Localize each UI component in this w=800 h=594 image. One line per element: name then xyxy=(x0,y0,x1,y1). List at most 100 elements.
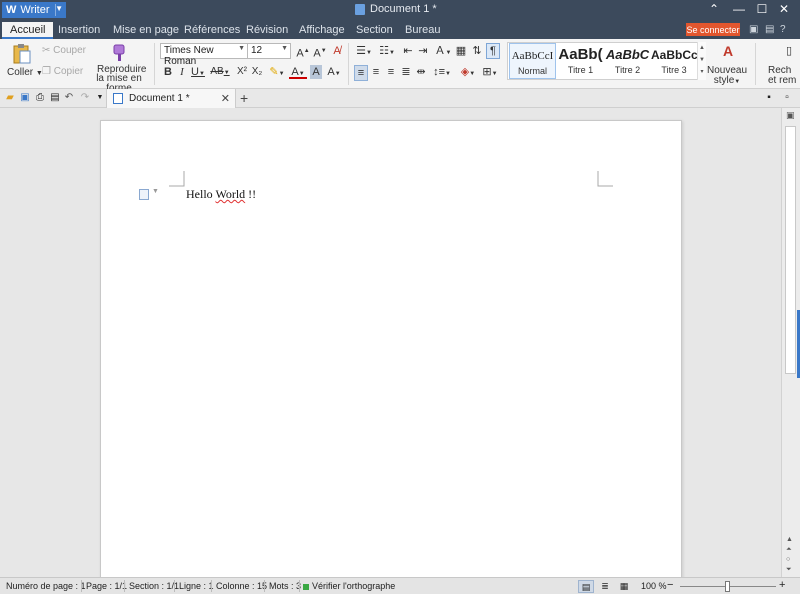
font-name-combo[interactable]: Times New Roman ▼ xyxy=(160,43,248,67)
decrease-indent-icon[interactable]: ⇤ xyxy=(401,44,415,58)
open-folder-icon[interactable]: ▰ xyxy=(4,92,16,104)
align-right-icon[interactable]: ≡ xyxy=(384,65,398,79)
vertical-scrollbar[interactable]: ▣ ▲ ⏶ ○ ⏷ xyxy=(781,108,800,577)
strikethrough-icon[interactable]: AB▼ xyxy=(209,65,231,80)
align-left-icon[interactable]: ≡ xyxy=(354,65,368,81)
zoom-slider-thumb[interactable] xyxy=(725,581,730,592)
tab-affichage[interactable]: Affichage xyxy=(299,22,345,39)
app-menu-button[interactable]: W Writer ▼ xyxy=(2,2,66,18)
char-border-icon[interactable]: A▼ xyxy=(324,65,344,81)
style-normal[interactable]: AaBbCcI Normal xyxy=(509,43,556,79)
status-section[interactable]: Section : 1/1 xyxy=(129,581,179,591)
status-column[interactable]: Colonne : 15 xyxy=(216,581,267,591)
settings-icon[interactable]: ▤ xyxy=(765,24,774,35)
chevron-down-icon[interactable]: ▼ xyxy=(152,188,159,195)
styles-scroll[interactable]: ▲ ▼ ▾ xyxy=(697,42,706,80)
copy-button[interactable]: ❐ Copier xyxy=(42,66,83,77)
font-color-icon[interactable]: A▼ xyxy=(289,65,307,79)
show-marks-icon[interactable]: ¶ xyxy=(486,43,500,59)
line-spacing-icon[interactable]: ↕≡▼ xyxy=(431,65,453,81)
page-view-icon[interactable]: ▤ xyxy=(578,580,594,593)
bold-icon[interactable]: B xyxy=(162,65,174,79)
print-icon[interactable]: ⎙ xyxy=(34,92,46,104)
style-titre-2[interactable]: AaBbC Titre 2 xyxy=(604,43,651,79)
document-tab[interactable]: Document 1 * ✕ xyxy=(106,89,236,108)
undo-icon[interactable]: ↶ xyxy=(63,92,75,104)
tab-accueil[interactable]: Accueil xyxy=(2,22,54,39)
web-view-icon[interactable]: ▦ xyxy=(616,580,632,593)
skin-icon[interactable]: ▣ xyxy=(749,24,758,35)
tab-revision[interactable]: Révision xyxy=(246,22,288,39)
tab-bureau[interactable]: Bureau xyxy=(405,22,440,39)
chevron-down-icon[interactable]: ▼ xyxy=(94,92,106,104)
redo-icon[interactable]: ↷ xyxy=(79,92,91,104)
signin-button[interactable]: Se connecter xyxy=(686,23,740,36)
paste-icon[interactable] xyxy=(12,43,32,65)
superscript-icon[interactable]: X² xyxy=(235,65,249,79)
misspelled-word[interactable]: World xyxy=(215,187,245,201)
paste-button[interactable]: Coller ▼ xyxy=(7,67,43,78)
minimize-button[interactable]: — xyxy=(730,2,748,16)
grow-font-icon[interactable]: A▲ xyxy=(296,44,310,61)
scrollbar-thumb[interactable] xyxy=(785,126,796,374)
restore-pane-icon[interactable]: ▫ xyxy=(781,92,793,104)
new-tab-button[interactable]: + xyxy=(240,90,248,106)
save-icon[interactable]: ▣ xyxy=(19,92,31,104)
status-page[interactable]: Page : 1/1 xyxy=(86,581,127,591)
increase-indent-icon[interactable]: ⇥ xyxy=(416,44,430,58)
italic-icon[interactable]: I xyxy=(176,65,188,79)
ruler-toggle-icon[interactable]: ▣ xyxy=(786,110,795,121)
shading-icon[interactable]: ◈▼ xyxy=(457,65,479,81)
paragraph-handle-icon[interactable] xyxy=(139,189,149,200)
brush-icon[interactable] xyxy=(110,43,128,63)
maximize-button[interactable]: ☐ xyxy=(753,2,771,16)
zoom-in-icon[interactable]: + xyxy=(779,579,785,591)
spell-check-button[interactable]: Vérifier l'orthographe xyxy=(303,581,395,591)
print-preview-icon[interactable]: ▤ xyxy=(49,92,61,104)
prev-page-icon[interactable]: ⏶ xyxy=(786,546,792,554)
help-button[interactable]: ? xyxy=(780,24,786,35)
highlight-icon[interactable]: ✎▼ xyxy=(267,65,287,81)
zoom-out-icon[interactable]: − xyxy=(667,579,673,591)
outline-view-icon[interactable]: ≣ xyxy=(597,580,613,593)
style-titre-1[interactable]: AaBb( Titre 1 xyxy=(557,43,604,79)
new-style-icon[interactable]: A xyxy=(718,44,738,58)
document-text[interactable]: Hello World !! xyxy=(186,187,256,202)
tab-references[interactable]: Références xyxy=(184,22,240,39)
document-page[interactable]: ▼ Hello World !! xyxy=(100,120,682,580)
tab-insertion[interactable]: Insertion xyxy=(58,22,100,39)
sort-icon[interactable]: ⇅ xyxy=(470,44,484,58)
tab-section[interactable]: Section xyxy=(356,22,393,39)
cut-button[interactable]: ✂ Couper xyxy=(42,45,86,56)
next-page-icon[interactable]: ⏷ xyxy=(786,566,792,574)
find-replace-icon[interactable]: ▯ xyxy=(782,44,796,58)
ribbon-collapse-button[interactable]: ⌃ xyxy=(705,2,723,16)
status-line[interactable]: Ligne : 1 xyxy=(179,581,214,591)
style-titre-3[interactable]: AaBbCc Titre 3 xyxy=(651,43,697,79)
new-style-button[interactable]: Nouveau style▼ xyxy=(707,66,747,87)
char-shading-icon[interactable]: A xyxy=(310,65,322,79)
status-words[interactable]: Mots : 3 xyxy=(269,581,301,591)
find-replace-button[interactable]: Rech et rem xyxy=(768,66,800,86)
zoom-value[interactable]: 100 % xyxy=(641,581,667,591)
borders-icon[interactable]: ⊞▼ xyxy=(480,65,500,81)
align-center-icon[interactable]: ≡ xyxy=(369,65,383,79)
table-icon[interactable]: ▦ xyxy=(454,44,468,58)
subscript-icon[interactable]: X₂ xyxy=(250,65,264,79)
shrink-font-icon[interactable]: A▼ xyxy=(313,44,327,61)
underline-icon[interactable]: U▼ xyxy=(189,65,207,81)
bullet-list-icon[interactable]: ☰▼ xyxy=(354,44,374,60)
status-page-number[interactable]: Numéro de page : 1 xyxy=(6,581,86,591)
font-size-combo[interactable]: 12 ▼ xyxy=(247,43,291,59)
close-button[interactable]: ✕ xyxy=(775,2,793,16)
chevron-up-icon[interactable]: ▲ xyxy=(786,536,793,543)
tab-list-icon[interactable]: ▪ xyxy=(763,92,775,104)
select-browse-icon[interactable]: ○ xyxy=(786,556,790,563)
text-direction-icon[interactable]: Ａ▼ xyxy=(433,44,453,60)
numbered-list-icon[interactable]: ☷▼ xyxy=(377,44,397,60)
close-tab-icon[interactable]: ✕ xyxy=(221,92,230,105)
clear-format-icon[interactable]: A̸ xyxy=(330,44,344,58)
document-workspace[interactable]: ▼ Hello World !! xyxy=(0,108,781,580)
justify-icon[interactable]: ≣ xyxy=(399,65,413,79)
distribute-icon[interactable]: ⇹ xyxy=(414,65,428,79)
